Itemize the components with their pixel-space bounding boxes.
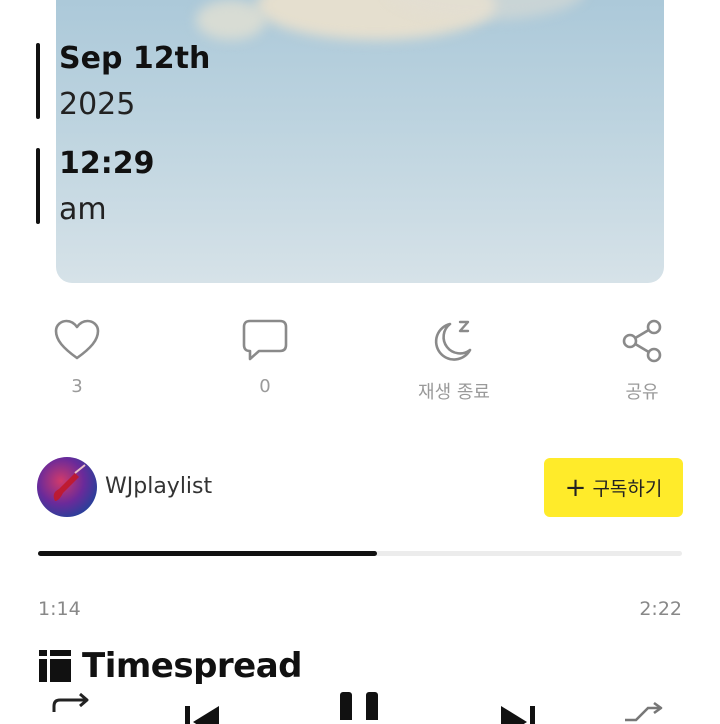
like-button[interactable]: 3	[27, 318, 127, 397]
heart-icon	[54, 319, 100, 360]
sleep-timer-icon	[434, 320, 472, 361]
brand-name: Timespread	[82, 646, 303, 686]
cloud-shape	[196, 0, 266, 40]
shuffle-icon[interactable]	[622, 700, 668, 724]
elapsed-time: 1:14	[38, 598, 81, 620]
pause-icon[interactable]	[336, 690, 384, 720]
time-stamp-bar	[36, 148, 40, 224]
next-icon[interactable]	[497, 704, 537, 724]
sleep-timer-button[interactable]: 재생 종료	[404, 318, 504, 404]
previous-icon[interactable]	[183, 704, 223, 724]
comment-icon	[242, 319, 288, 361]
brand-icon	[39, 650, 71, 682]
year-text: 2025	[59, 87, 136, 122]
plus-icon: +	[564, 472, 587, 503]
progress-fill	[38, 551, 378, 556]
comment-count: 0	[259, 376, 271, 397]
sleep-timer-label: 재생 종료	[418, 382, 490, 403]
guitar-icon	[53, 464, 86, 501]
channel-name[interactable]: WJplaylist	[105, 474, 212, 499]
date-text: Sep 12th	[59, 41, 211, 76]
progress-bar[interactable]	[38, 551, 682, 556]
date-stamp-bar	[36, 43, 40, 119]
like-count: 3	[71, 376, 83, 397]
total-duration: 2:22	[639, 598, 682, 620]
subscribe-button[interactable]: + 구독하기	[544, 458, 683, 517]
share-label: 공유	[625, 382, 659, 403]
comment-button[interactable]: 0	[215, 318, 315, 397]
ampm-text: am	[59, 192, 107, 227]
subscribe-label: 구독하기	[592, 478, 663, 500]
time-text: 12:29	[59, 146, 155, 181]
brand-logo: Timespread	[38, 646, 303, 686]
repeat-icon[interactable]	[50, 690, 96, 720]
channel-avatar[interactable]	[37, 457, 97, 517]
share-button[interactable]: 공유	[592, 318, 692, 404]
share-icon	[622, 319, 662, 363]
